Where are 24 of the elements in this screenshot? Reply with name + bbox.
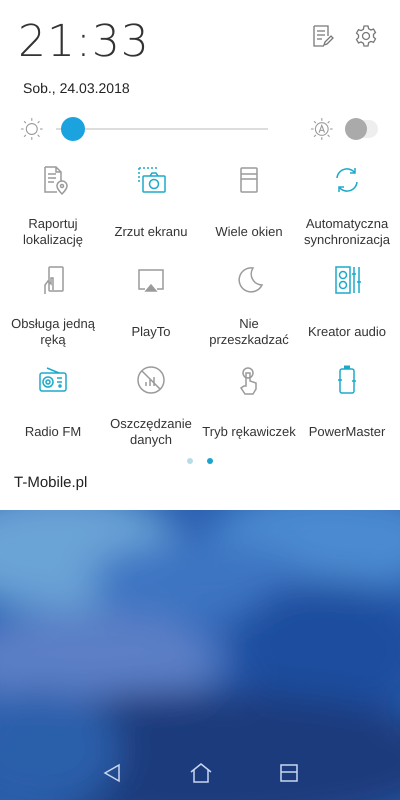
tile-label: Wiele okien xyxy=(215,223,283,241)
auto-brightness-toggle[interactable] xyxy=(347,120,378,138)
tile-label: Kreator audio xyxy=(308,323,386,341)
settings-icon[interactable] xyxy=(354,24,378,48)
clock-time: 21:33 xyxy=(18,18,150,66)
brightness-icon xyxy=(20,116,44,142)
back-icon[interactable] xyxy=(101,762,123,784)
tile-label: Obsługa jedną ręką xyxy=(10,315,96,349)
tile-label: Raportuj lokalizację xyxy=(22,215,84,249)
date-label: Sob., 24.03.2018 xyxy=(23,80,130,96)
tile-label: Oszczędzanie danych xyxy=(109,415,193,449)
tile-label: Radio FM xyxy=(24,423,82,441)
tile-label: PlayTo xyxy=(131,323,171,341)
tile-label: Zrzut ekranu xyxy=(114,223,188,241)
tile-label: Automatyczna synchronizacja xyxy=(303,215,391,249)
recent-apps-icon[interactable] xyxy=(279,763,299,783)
tile-label: Tryb rękawiczek xyxy=(202,423,296,441)
slider-thumb[interactable] xyxy=(61,117,86,141)
tile-label: Nie przeszkadzać xyxy=(208,315,290,349)
carrier-name: T-Mobile.pl xyxy=(14,474,88,491)
data-saver-icon[interactable] xyxy=(135,364,167,396)
tile-label: PowerMaster xyxy=(308,423,386,441)
home-icon[interactable] xyxy=(189,762,213,784)
auto-brightness-icon xyxy=(310,116,334,142)
